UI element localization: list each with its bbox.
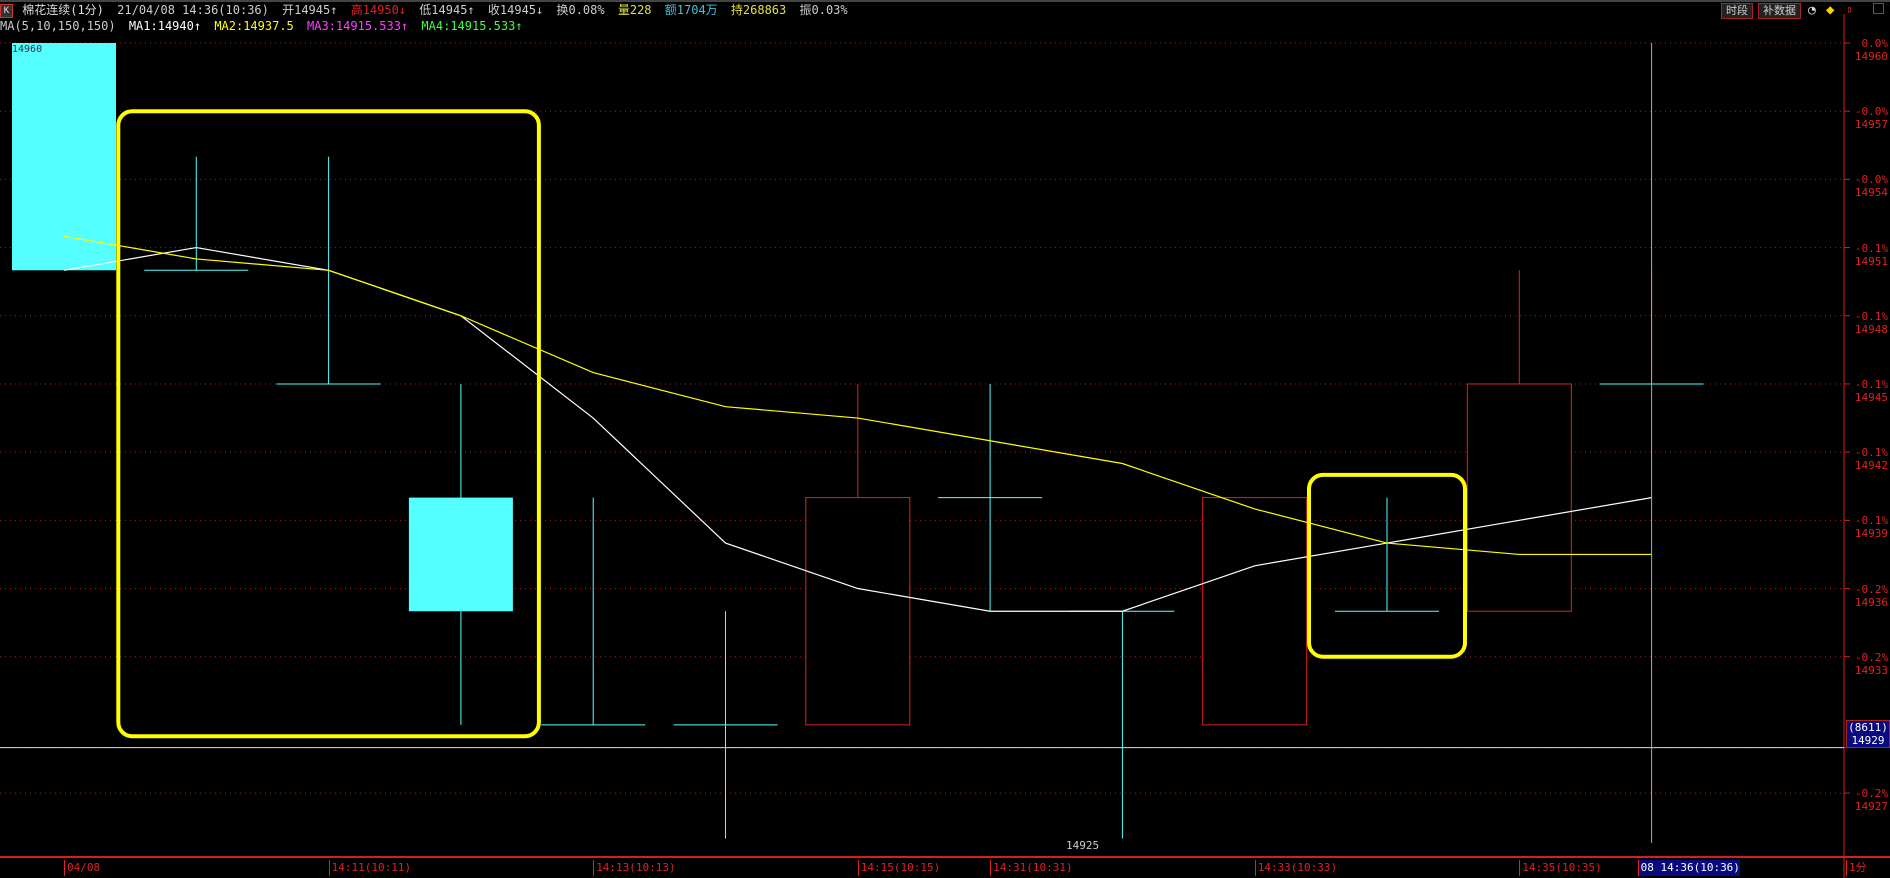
clock-icon[interactable]: ◔ [1808, 3, 1816, 18]
quote-header: K 棉花连续(1分) 21/04/08 14:36(10:36) 开14945↑… [0, 2, 854, 18]
candle [938, 383, 1043, 612]
x-tick-label: 08 14:36(10:36) [1637, 860, 1740, 876]
y-tick-pct: -0.2% [1854, 650, 1888, 664]
candle [1202, 497, 1308, 726]
cursor-price-label: (8611) 14929 [1846, 719, 1890, 748]
ma-legend: MA(5,10,150,150) MA1:14940↑ MA2:14937.5 … [0, 18, 529, 34]
pin-icon[interactable]: ⇕ [1846, 2, 1853, 16]
ma3-value: MA3:14915.533↑ [307, 19, 409, 33]
low-price-annotation: 14925 [1066, 839, 1100, 852]
x-tick-label: 14:15(10:15) [857, 860, 940, 876]
y-tick-label: -0.2% 14927 [1848, 787, 1888, 813]
y-tick-pct: 0.0% [1861, 37, 1889, 50]
cursor-price: 14929 [1851, 733, 1885, 747]
cursor-volume: (8611) [1848, 720, 1888, 734]
candle [1466, 270, 1572, 612]
y-tick-label: -0.1% 14939 [1848, 514, 1888, 540]
y-tick-label: -0.0% 14954 [1848, 173, 1888, 199]
candle-body-down [12, 43, 116, 271]
candle-body-up [1202, 497, 1308, 726]
top-price-annotation: 14960 [12, 44, 43, 55]
y-tick-price: 14957 [1854, 118, 1888, 132]
y-tick-price: 14948 [1854, 322, 1888, 336]
y-tick-price: 14951 [1854, 254, 1888, 268]
y-tick-pct: -0.2% [1854, 582, 1888, 596]
y-tick-pct: -0.0% [1854, 105, 1888, 119]
y-tick-price: 14954 [1854, 186, 1888, 200]
open-value: 开14945↑ [282, 3, 338, 17]
ma4-value: MA4:14915.533↑ [421, 19, 523, 33]
ma-params: MA(5,10,150,150) [0, 19, 116, 33]
position-value: 持268863 [730, 3, 787, 17]
y-tick-label: -0.1% 14951 [1848, 242, 1888, 268]
y-tick-price: 14933 [1854, 663, 1888, 677]
y-tick-pct: -0.1% [1854, 377, 1888, 391]
amplitude-value: 振0.03% [799, 3, 848, 17]
y-tick-price: 14936 [1854, 595, 1888, 609]
k-chart-button[interactable]: K [0, 3, 13, 18]
candlestick-chart [0, 0, 1890, 878]
candle [673, 611, 778, 839]
close-value: 收14945↓ [487, 3, 544, 17]
y-tick-label: 0.0% 14960 [1848, 37, 1888, 63]
candle [1070, 610, 1175, 839]
ma2-value: MA2:14937.5 [214, 19, 294, 33]
alert-icon[interactable]: ◆ [1826, 2, 1834, 18]
y-tick-label: -0.2% 14933 [1848, 651, 1888, 677]
y-tick-label: -0.2% 14936 [1848, 583, 1888, 609]
x-tick-label: 14:13(10:13) [593, 860, 676, 876]
y-tick-pct: -0.1% [1854, 514, 1888, 528]
x-tick-label: 14:33(10:33) [1254, 860, 1337, 876]
candle-body-up [805, 497, 911, 726]
candle [541, 497, 646, 726]
candle-body-up [1466, 383, 1572, 612]
y-tick-label: -0.1% 14948 [1848, 310, 1888, 336]
x-tick-label: 14:31(10:31) [990, 860, 1073, 876]
fill-data-button[interactable]: 补数据 [1758, 3, 1801, 19]
y-tick-label: -0.0% 14957 [1848, 105, 1888, 131]
y-tick-price: 14942 [1854, 459, 1888, 473]
ma1-value: MA1:14940↑ [128, 19, 202, 33]
candle [408, 383, 513, 725]
restore-window-icon[interactable] [1873, 3, 1884, 14]
x-tick-label: 04/08 [64, 860, 100, 876]
candle-body-down [408, 497, 513, 612]
y-tick-price: 14939 [1854, 527, 1888, 541]
amount-value: 额1704万 [664, 3, 718, 17]
y-tick-pct: -0.1% [1854, 446, 1888, 460]
y-tick-price: 14960 [1854, 50, 1888, 63]
y-tick-label: -0.1% 14942 [1848, 446, 1888, 472]
datetime: 21/04/08 14:36(10:36) [117, 3, 269, 17]
period-button[interactable]: 时段 [1721, 3, 1753, 19]
y-tick-price: 14927 [1854, 800, 1888, 814]
low-value: 低14945↑ [419, 3, 475, 17]
y-tick-price: 14945 [1854, 390, 1888, 404]
high-value: 高14950↓ [350, 3, 407, 17]
y-tick-pct: -0.1% [1854, 241, 1888, 255]
x-tick-label: 14:11(10:11) [328, 860, 411, 876]
y-tick-pct: -0.0% [1854, 173, 1888, 187]
candle [805, 383, 911, 726]
volume-value: 量228 [617, 3, 652, 17]
y-tick-label: -0.1% 14945 [1848, 378, 1888, 404]
x-tick-label: 14:35(10:35) [1519, 860, 1602, 876]
turnover-value: 换0.08% [556, 3, 605, 17]
candle [1335, 497, 1439, 612]
candle [12, 43, 116, 271]
y-tick-pct: -0.1% [1854, 309, 1888, 323]
period-label[interactable]: 1分 [1846, 860, 1867, 876]
instrument-title: 棉花连续(1分) [22, 3, 104, 17]
y-tick-pct: -0.2% [1854, 787, 1888, 801]
